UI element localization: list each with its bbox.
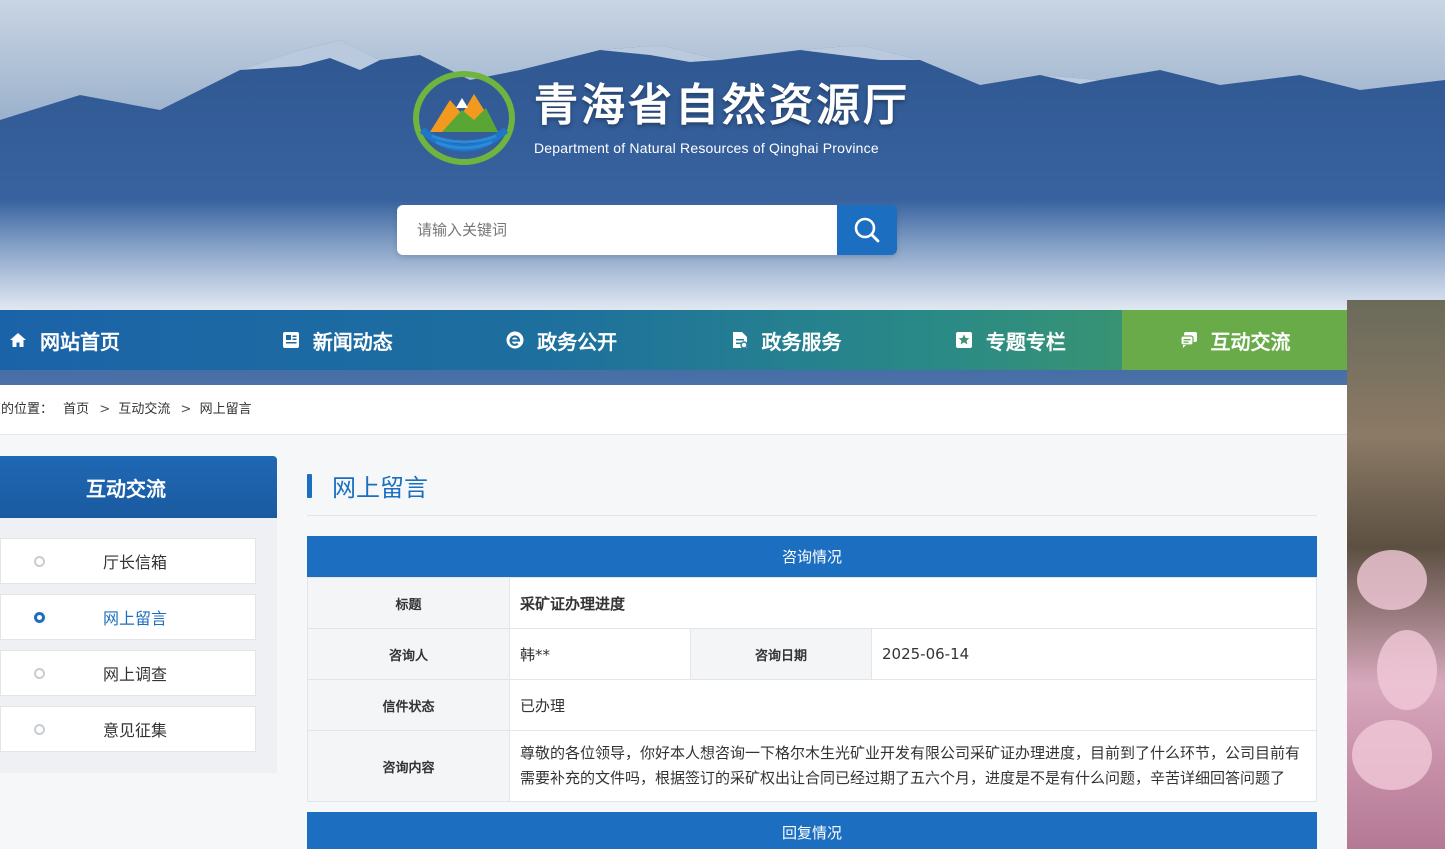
sidebar-item-opinion-collection[interactable]: 意见征集 [0, 706, 256, 752]
page-title: 网上留言 [307, 456, 1317, 516]
breadcrumb-link-home[interactable]: 首页 [63, 402, 89, 417]
news-icon [282, 332, 299, 348]
title-label: 标题 [307, 577, 510, 629]
star-icon [955, 332, 972, 348]
main-content: 网上留言 咨询情况 标题 采矿证办理进度 咨询人 韩** 咨询日期 2025-0… [307, 456, 1317, 802]
table-row: 咨询内容 尊敬的各位领导，你好本人想咨询一下格尔木生光矿业开发有限公司采矿证办理… [307, 730, 1317, 802]
status-label: 信件状态 [307, 679, 510, 731]
sidebar-item-director-mailbox[interactable]: 厅长信箱 [0, 538, 256, 584]
title-accent-bar [307, 473, 312, 498]
nav-label: 专题专栏 [985, 329, 1066, 354]
nav-item-special[interactable]: 专题专栏 [898, 310, 1122, 370]
date-value: 2025-06-14 [871, 628, 1317, 680]
title-value: 采矿证办理进度 [509, 577, 1317, 629]
breadcrumb: 您的位置： 首页 > 互动交流 > 网上留言 [0, 385, 1347, 435]
sidebar-item-online-message[interactable]: 网上留言 [0, 594, 256, 640]
nav-label: 网站首页 [40, 329, 120, 354]
date-label: 咨询日期 [690, 628, 872, 680]
table-row: 信件状态 已办理 [307, 679, 1317, 731]
main-nav: 网站首页 新闻动态 政务公开 政务服务 专题专栏 互动交流 [0, 310, 1348, 370]
status-value: 已办理 [509, 679, 1317, 731]
emblem-icon [413, 71, 515, 165]
nav-item-home[interactable]: 网站首页 [0, 310, 225, 370]
site-name-en: Department of Natural Resources of Qingh… [534, 140, 879, 156]
reply-section-header: 回复情况 [307, 812, 1317, 849]
decorative-blossom-strip [1347, 300, 1445, 849]
site-name-cn: 青海省自然资源厅 [534, 80, 910, 131]
nav-label: 政务公开 [537, 329, 618, 354]
bullet-icon [34, 723, 45, 735]
nav-item-gov-service[interactable]: 政务服务 [673, 310, 897, 370]
content-panel: 您的位置： 首页 > 互动交流 > 网上留言 互动交流 厅长信箱 网上留言 网上… [0, 385, 1347, 849]
consult-table: 标题 采矿证办理进度 咨询人 韩** 咨询日期 2025-06-14 信件状态 … [307, 577, 1317, 802]
search-icon [854, 217, 880, 243]
nav-label: 互动交流 [1210, 329, 1291, 354]
home-icon [10, 333, 26, 347]
table-row: 咨询人 韩** 咨询日期 2025-06-14 [307, 628, 1317, 680]
nav-label: 政务服务 [761, 329, 842, 354]
sidebar-title: 互动交流 [0, 456, 277, 518]
breadcrumb-separator: > [180, 402, 192, 417]
person-value: 韩** [509, 628, 691, 680]
nav-item-news[interactable]: 新闻动态 [225, 310, 449, 370]
person-label: 咨询人 [307, 628, 510, 680]
breadcrumb-prefix: 您的位置： [0, 402, 54, 417]
breadcrumb-current: 网上留言 [199, 402, 252, 417]
content-label: 咨询内容 [307, 730, 510, 802]
sidebar-item-label: 网上留言 [103, 609, 168, 628]
page-title-text: 网上留言 [332, 474, 428, 502]
breadcrumb-separator: > [99, 402, 111, 417]
sidebar-item-label: 意见征集 [103, 721, 168, 740]
table-row: 标题 采矿证办理进度 [307, 577, 1317, 629]
consult-section-header: 咨询情况 [307, 536, 1317, 577]
sidebar-item-online-survey[interactable]: 网上调查 [0, 650, 256, 696]
sidebar-item-label: 厅长信箱 [103, 553, 168, 572]
sidebar-item-label: 网上调查 [103, 665, 168, 684]
chat-icon [1179, 332, 1197, 348]
site-logo[interactable]: 青海省自然资源厅 Department of Natural Resources… [412, 70, 910, 166]
content-value: 尊敬的各位领导，你好本人想咨询一下格尔木生光矿业开发有限公司采矿证办理进度，目前… [509, 730, 1317, 802]
nav-label: 新闻动态 [312, 329, 393, 354]
search-bar [397, 205, 897, 255]
nav-item-interaction[interactable]: 互动交流 [1122, 310, 1348, 370]
nav-item-gov-open[interactable]: 政务公开 [449, 310, 673, 370]
bullet-icon [34, 555, 45, 567]
e-icon [506, 331, 524, 349]
search-button[interactable] [837, 205, 897, 255]
sidebar-menu: 厅长信箱 网上留言 网上调查 意见征集 [0, 518, 277, 773]
bullet-icon [34, 611, 45, 623]
breadcrumb-link-interaction[interactable]: 互动交流 [118, 402, 170, 417]
document-icon [732, 332, 748, 349]
search-input[interactable] [397, 205, 837, 255]
bullet-icon [34, 667, 45, 679]
